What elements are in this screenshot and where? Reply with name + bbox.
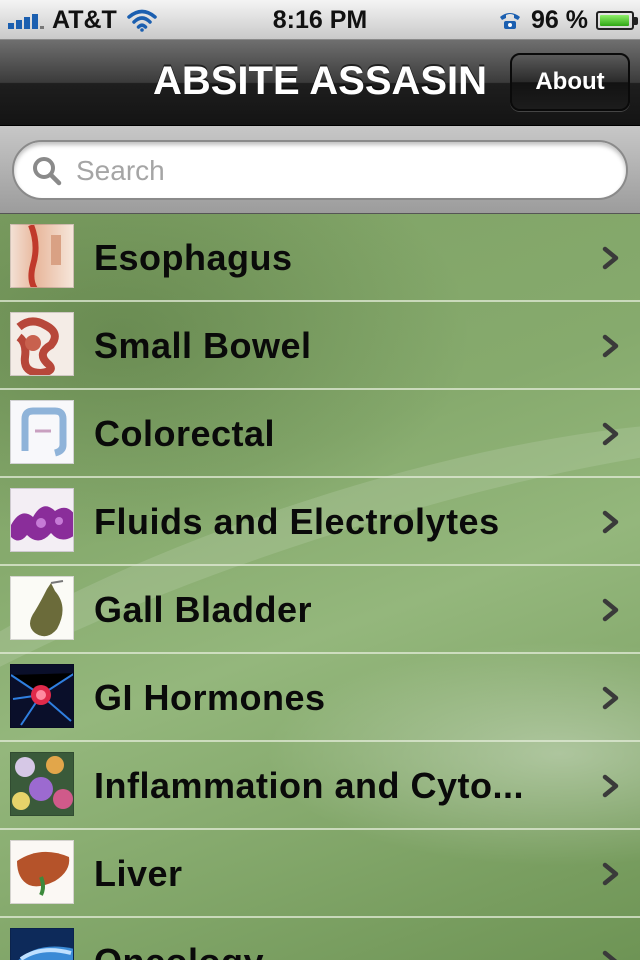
list-item-inflammation-and-cytokines[interactable]: Inflammation and Cyto... — [0, 742, 640, 830]
status-bar: AT&T 8:16 PM 96 % — [0, 0, 640, 40]
about-button[interactable]: About — [510, 53, 630, 111]
chevron-right-icon — [602, 598, 619, 622]
list-item-liver[interactable]: Liver — [0, 830, 640, 918]
chevron-right-icon — [602, 950, 618, 960]
list-item-label: Colorectal — [94, 413, 276, 454]
search-bar: Search — [0, 126, 640, 214]
phone-icon — [500, 13, 521, 29]
chevron-right-icon — [602, 334, 619, 358]
list-item-fluids-and-electrolytes[interactable]: Fluids and Electrolytes — [0, 478, 640, 566]
search-input[interactable]: Search — [12, 140, 628, 200]
list-item-gi-hormones[interactable]: GI Hormones — [0, 654, 640, 742]
list-item-label: Gall Bladder — [94, 589, 313, 630]
chevron-right-icon — [602, 510, 619, 534]
inflammation-thumbnail — [10, 752, 74, 816]
list-item-gall-bladder[interactable]: Gall Bladder — [0, 566, 640, 654]
list-item-label: Esophagus — [94, 237, 293, 278]
search-placeholder: Search — [76, 155, 165, 186]
list-item-small-bowel[interactable]: Small Bowel — [0, 302, 640, 390]
liver-thumbnail — [10, 840, 74, 904]
chevron-right-icon — [602, 862, 619, 886]
oncology-thumbnail — [10, 928, 74, 960]
list-item-label: Oncology — [94, 918, 264, 960]
list-item-colorectal[interactable]: Colorectal — [0, 390, 640, 478]
navigation-bar: ABSITE ASSASIN About — [0, 40, 640, 126]
chevron-right-icon — [602, 686, 619, 710]
list-item-label: GI Hormones — [94, 677, 326, 718]
list-item-esophagus[interactable]: Esophagus — [0, 214, 640, 302]
fluids-thumbnail — [10, 488, 74, 552]
battery-icon — [596, 10, 638, 30]
esophagus-thumbnail — [10, 224, 74, 288]
colorectal-thumbnail — [10, 400, 74, 464]
list-item-label: Fluids and Electrolytes — [94, 501, 500, 542]
list-item-oncology[interactable]: Oncology — [0, 918, 640, 960]
list-item-label: Liver — [94, 853, 183, 894]
battery-percent: 96 % — [531, 5, 588, 34]
chevron-right-icon — [602, 774, 619, 798]
list-item-label: Inflammation and Cyto... — [94, 765, 525, 806]
gi-hormones-thumbnail — [10, 664, 74, 728]
topic-list[interactable]: Esophagus Small Bowel Colorectal Fluids … — [0, 214, 640, 960]
small-bowel-thumbnail — [10, 312, 74, 376]
search-icon — [33, 157, 62, 186]
chevron-right-icon — [602, 246, 619, 270]
gall-bladder-thumbnail — [10, 576, 74, 640]
chevron-right-icon — [602, 422, 619, 446]
list-item-label: Small Bowel — [94, 325, 312, 366]
status-right: 96 % — [497, 5, 638, 35]
